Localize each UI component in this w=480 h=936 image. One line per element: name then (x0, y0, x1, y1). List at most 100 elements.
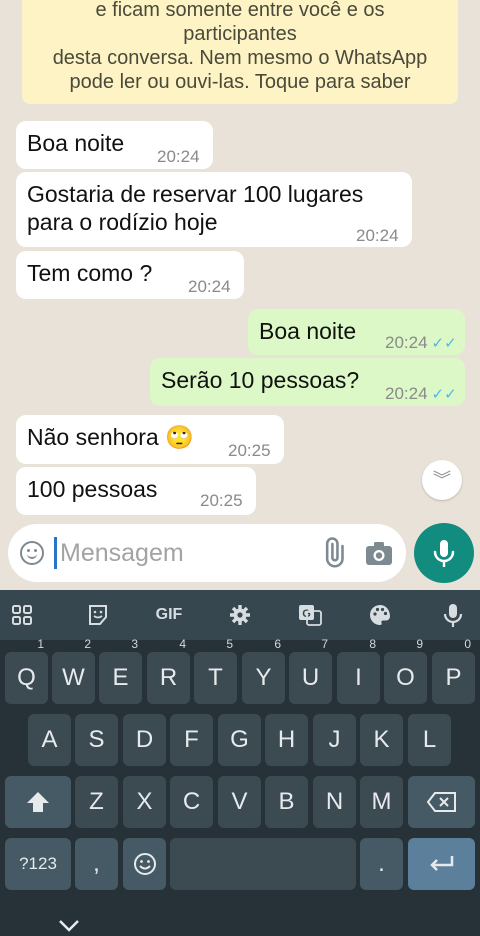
banner-line: e ficam somente entre você e os (95, 0, 385, 21)
palette-icon[interactable] (360, 598, 400, 632)
onscreen-keyboard[interactable]: GIF G Q1 W2 E3 R4 T5 Y6 U7 I8 O9 P0 A S … (0, 590, 480, 936)
emoji-key[interactable] (123, 838, 166, 890)
message-status: 20:24 ✓✓ (385, 329, 457, 358)
key-label: T (208, 664, 223, 691)
read-check-icon: ✓✓ (431, 335, 457, 352)
camera-icon[interactable] (364, 539, 394, 567)
message-bubble-incoming[interactable]: Boa noite 20:24 (16, 121, 213, 169)
key-d[interactable]: D (123, 714, 166, 766)
key-q[interactable]: Q1 (5, 637, 48, 704)
key-h[interactable]: H (265, 714, 308, 766)
mic-icon[interactable] (433, 598, 473, 632)
chevron-down-icon (59, 920, 79, 932)
apps-grid-icon[interactable] (2, 598, 42, 632)
microphone-icon (433, 540, 455, 567)
key-hint: 0 (464, 637, 471, 651)
key-n[interactable]: N (313, 776, 356, 828)
key-o[interactable]: O9 (384, 637, 427, 704)
symbols-key[interactable]: ?123 (5, 838, 71, 890)
message-bubble-incoming[interactable]: Tem como ? 20:24 (16, 251, 244, 299)
key-label: Q (17, 664, 36, 691)
read-check-icon: ✓✓ (431, 386, 457, 403)
key-hint: 1 (37, 637, 44, 651)
hide-keyboard-button[interactable] (58, 912, 80, 936)
backspace-key[interactable] (408, 776, 475, 828)
message-text: 100 pessoas (27, 476, 158, 502)
key-p[interactable]: P0 (432, 637, 475, 704)
key-x[interactable]: X (123, 776, 166, 828)
gear-icon[interactable] (220, 598, 260, 632)
key-hint: 6 (274, 637, 281, 651)
shift-arrow-icon (27, 792, 49, 812)
sticker-icon[interactable] (78, 598, 118, 632)
message-bubble-outgoing[interactable]: Serão 10 pessoas? 20:24 ✓✓ (150, 358, 465, 406)
message-text: Serão 10 pessoas? (161, 367, 360, 393)
message-time: 20:24 (385, 384, 428, 403)
key-t[interactable]: T5 (194, 637, 237, 704)
key-s[interactable]: S (75, 714, 118, 766)
key-j[interactable]: J (313, 714, 356, 766)
key-a[interactable]: A (28, 714, 71, 766)
message-bubble-outgoing[interactable]: Boa noite 20:24 ✓✓ (248, 309, 465, 355)
message-time: 20:25 (200, 491, 243, 510)
key-l[interactable]: L (408, 714, 451, 766)
comma-key[interactable]: , (75, 838, 118, 890)
key-hint: 5 (226, 637, 233, 651)
key-f[interactable]: F (170, 714, 213, 766)
gif-button[interactable]: GIF (149, 598, 189, 632)
key-label: W (62, 664, 85, 691)
key-label: Y (255, 664, 272, 691)
key-hint: 2 (84, 637, 91, 651)
banner-line: participantes (183, 23, 297, 45)
text-cursor (54, 537, 57, 569)
key-y[interactable]: Y6 (242, 637, 285, 704)
emoji-icon[interactable] (20, 541, 44, 565)
key-k[interactable]: K (360, 714, 403, 766)
key-u[interactable]: U7 (289, 637, 332, 704)
message-bubble-incoming[interactable]: 100 pessoas 20:25 (16, 467, 256, 515)
message-bubble-incoming[interactable]: Não senhora 🙄 20:25 (16, 415, 284, 464)
space-bar[interactable] (170, 838, 356, 890)
encryption-notice[interactable]: e ficam somente entre você e os particip… (22, 0, 458, 104)
key-hint: 3 (131, 637, 138, 651)
period-key[interactable]: . (360, 838, 403, 890)
keyboard-toolbar: GIF G (0, 590, 480, 640)
key-g[interactable]: G (218, 714, 261, 766)
translate-icon[interactable]: G (290, 598, 330, 632)
double-chevron-down-icon: ︾ (433, 470, 451, 490)
key-v[interactable]: V (218, 776, 261, 828)
message-status: 20:24 ✓✓ (385, 380, 457, 409)
enter-key[interactable] (408, 838, 475, 890)
key-hint: 7 (321, 637, 328, 651)
paperclip-icon[interactable] (316, 536, 350, 570)
chat-area[interactable]: e ficam somente entre você e os particip… (0, 0, 480, 590)
message-text: Tem como ? (27, 260, 153, 286)
key-label: I (355, 664, 362, 691)
key-i[interactable]: I8 (337, 637, 380, 704)
key-z[interactable]: Z (75, 776, 118, 828)
scroll-to-bottom-button[interactable]: ︾ (422, 460, 462, 500)
key-r[interactable]: R4 (147, 637, 190, 704)
message-composer[interactable] (8, 524, 406, 582)
message-time: 20:24 (385, 333, 428, 352)
key-w[interactable]: W2 (52, 637, 95, 704)
message-text: Gostaria de reservar 100 lugares para o r… (27, 180, 363, 236)
banner-line: pode ler ou ouvi-las. Toque para saber (69, 71, 411, 93)
key-m[interactable]: M (360, 776, 403, 828)
message-line: para o rodízio hoje (27, 209, 218, 235)
key-c[interactable]: C (170, 776, 213, 828)
key-b[interactable]: B (265, 776, 308, 828)
key-label: R (159, 664, 178, 691)
key-e[interactable]: E3 (99, 637, 142, 704)
key-label: O (396, 664, 415, 691)
message-time: 20:24 (188, 277, 231, 296)
banner-line: desta conversa. Nem mesmo o WhatsApp (52, 47, 428, 69)
shift-key[interactable] (5, 776, 71, 828)
message-text: Boa noite (27, 130, 125, 156)
message-bubble-incoming[interactable]: Gostaria de reservar 100 lugares para o r… (16, 172, 412, 247)
backspace-icon (426, 792, 456, 812)
message-line: Gostaria de reservar 100 lugares (27, 181, 364, 207)
voice-message-button[interactable] (414, 523, 474, 583)
message-text: Boa noite (259, 318, 357, 344)
message-input[interactable] (60, 534, 300, 572)
